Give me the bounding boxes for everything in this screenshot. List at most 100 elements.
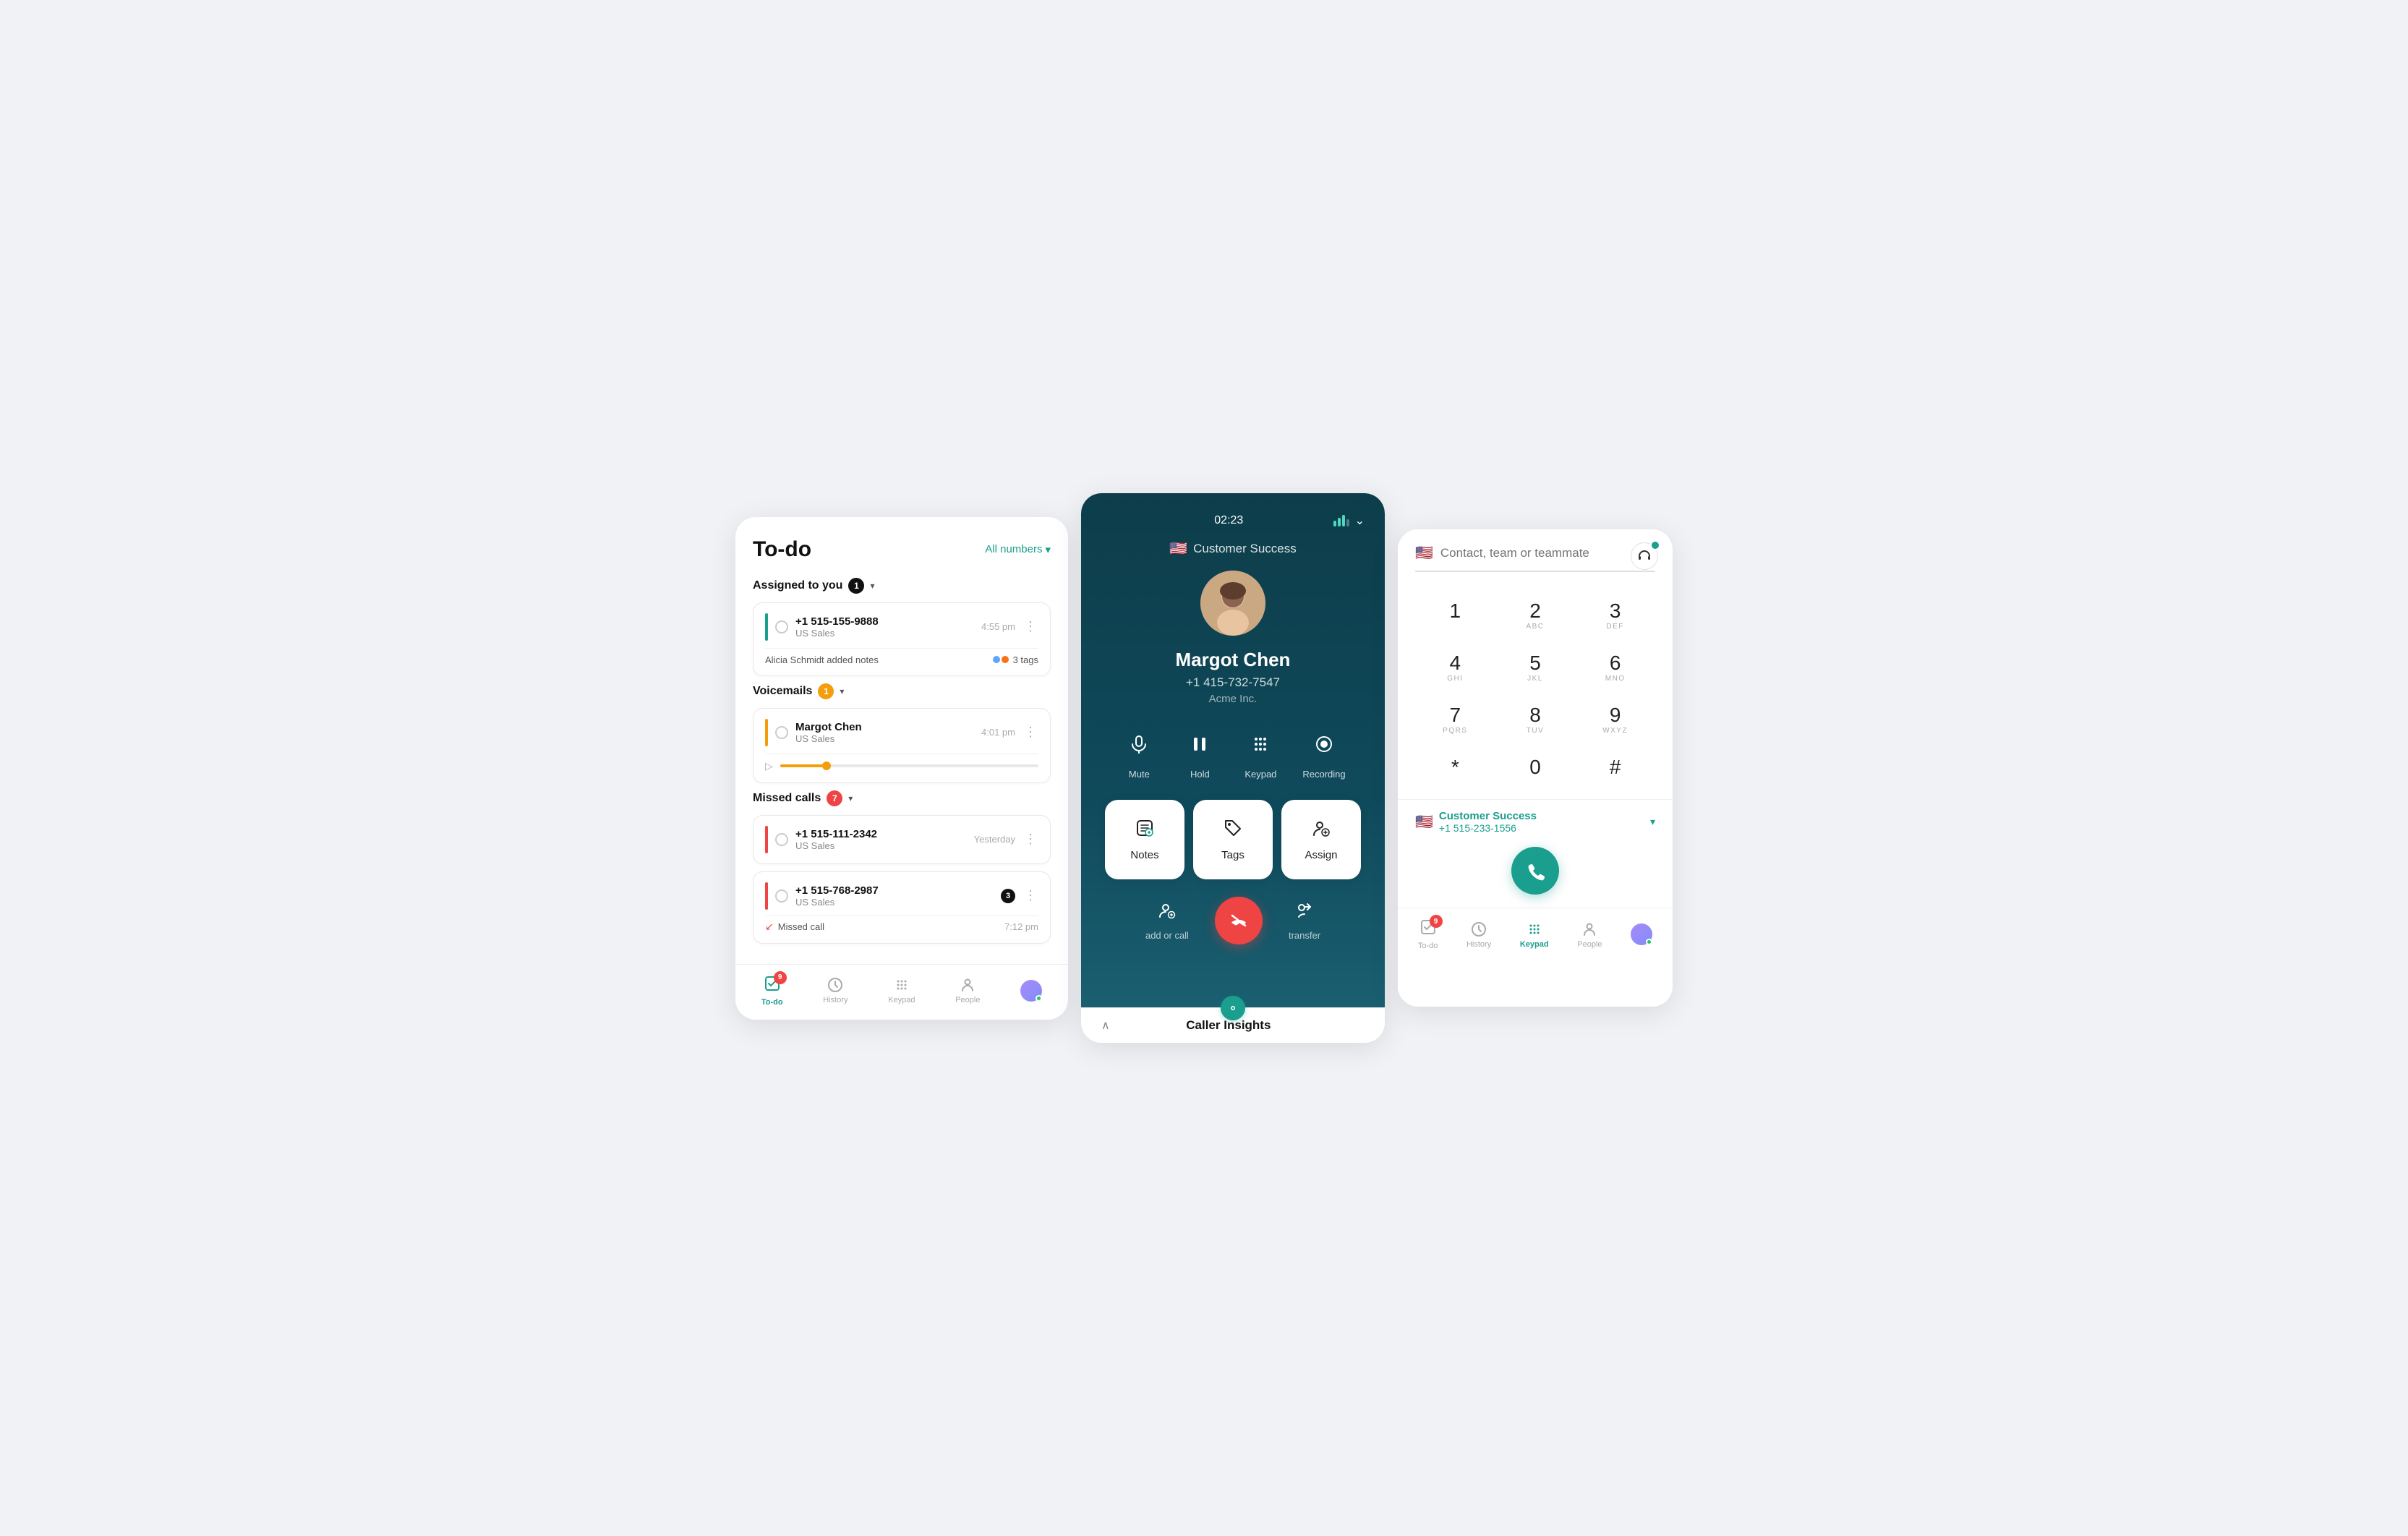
right-nav-history[interactable]: History xyxy=(1466,921,1491,949)
waveform-fill xyxy=(780,764,827,767)
right-nav-avatar[interactable] xyxy=(1631,923,1652,945)
call-button[interactable] xyxy=(1511,847,1559,895)
dialpad-flag-icon: 🇺🇸 xyxy=(1415,544,1433,562)
dial-num-7: 7 xyxy=(1450,705,1461,725)
tags-count: 3 tags xyxy=(1013,654,1038,665)
dialpad-top: 🇺🇸 xyxy=(1398,529,1673,584)
missed-info-2: +1 515-768-2987 US Sales xyxy=(795,884,994,908)
notes-card-icon xyxy=(1135,818,1155,843)
nav-history-left[interactable]: History xyxy=(823,976,848,1004)
right-keypad-nav-label: Keypad xyxy=(1520,940,1549,949)
notes-card-label: Notes xyxy=(1130,849,1158,861)
transfer-ctrl[interactable]: transfer xyxy=(1289,901,1320,941)
call-controls-row: add or call xyxy=(1145,897,1320,944)
voicemail-info: Margot Chen US Sales xyxy=(795,721,974,744)
caller-number: +1 415-732-7547 xyxy=(1186,675,1280,690)
voicemail-player: ▷ xyxy=(765,754,1038,772)
right-history-nav-label: History xyxy=(1466,940,1491,949)
voicemail-menu-button[interactable]: ⋮ xyxy=(1022,725,1038,740)
missed-call-time: 7:12 pm xyxy=(1004,921,1038,932)
call-menu-button[interactable]: ⋮ xyxy=(1022,619,1038,634)
headset-icon xyxy=(1638,550,1651,563)
all-numbers-button[interactable]: All numbers ▾ xyxy=(985,543,1051,556)
selected-number-row[interactable]: 🇺🇸 Customer Success +1 515-233-1556 ▾ xyxy=(1398,799,1673,840)
play-button[interactable]: ▷ xyxy=(765,760,773,772)
add-call-ctrl[interactable]: add or call xyxy=(1145,901,1189,941)
assigned-chevron: ▾ xyxy=(870,581,874,591)
history-nav-label: History xyxy=(823,996,848,1004)
nav-keypad-left[interactable]: Keypad xyxy=(888,976,915,1004)
missed-menu-button-1[interactable]: ⋮ xyxy=(1022,832,1038,847)
missed-badge-num: 3 xyxy=(1001,889,1015,903)
missed-call-card-1: +1 515-111-2342 US Sales Yesterday ⋮ xyxy=(753,815,1051,864)
hold-action[interactable]: Hold xyxy=(1181,725,1218,780)
dial-num-3: 3 xyxy=(1610,601,1621,621)
dial-key-5[interactable]: 5 JKL xyxy=(1495,643,1576,695)
caller-insights-bar[interactable]: ∧ Caller Insights xyxy=(1081,1007,1385,1043)
end-call-button[interactable] xyxy=(1215,897,1263,944)
assigned-section-header[interactable]: Assigned to you 1 ▾ xyxy=(753,578,1051,594)
right-nav-keypad[interactable]: Keypad xyxy=(1520,921,1549,949)
missed-chevron: ▾ xyxy=(848,793,853,803)
keypad-action[interactable]: Keypad xyxy=(1242,725,1279,780)
insights-icon xyxy=(1221,996,1245,1020)
waveform[interactable] xyxy=(780,764,1038,767)
voicemails-section-header[interactable]: Voicemails 1 ▾ xyxy=(753,683,1051,699)
missed-checkbox-2[interactable] xyxy=(775,889,788,903)
dial-key-3[interactable]: 3 DEF xyxy=(1575,591,1655,643)
right-bottom-nav: 9 To-do History xyxy=(1398,908,1673,963)
call-indicator-red-2 xyxy=(765,882,768,910)
voicemails-title: Voicemails xyxy=(753,685,812,698)
signal-icon xyxy=(1333,515,1349,526)
right-nav-people[interactable]: People xyxy=(1577,921,1602,949)
headset-button[interactable] xyxy=(1631,542,1658,570)
dial-num-9: 9 xyxy=(1610,705,1621,725)
assigned-call-card: +1 515-155-9888 US Sales 4:55 pm ⋮ Alici… xyxy=(753,602,1051,676)
voicemail-checkbox[interactable] xyxy=(775,726,788,739)
voicemails-chevron: ▾ xyxy=(840,686,844,696)
voicemails-badge: 1 xyxy=(818,683,834,699)
dial-key-8[interactable]: 8 TUV xyxy=(1495,695,1576,747)
nav-avatar-left[interactable] xyxy=(1020,980,1042,1002)
recording-icon xyxy=(1305,725,1343,763)
dial-key-2[interactable]: 2 ABC xyxy=(1495,591,1576,643)
dial-key-9[interactable]: 9 WXYZ xyxy=(1575,695,1655,747)
right-nav-todo[interactable]: 9 To-do xyxy=(1418,918,1438,950)
nav-todo[interactable]: 9 To-do xyxy=(761,975,783,1007)
missed-label: Missed call xyxy=(778,921,824,932)
mute-action[interactable]: Mute xyxy=(1120,725,1158,780)
right-keypad-icon xyxy=(1526,921,1543,938)
dial-num-hash: # xyxy=(1610,757,1621,777)
call-indicator-teal xyxy=(765,613,768,641)
dial-key-0[interactable]: 0 xyxy=(1495,747,1576,799)
dial-key-4[interactable]: 4 GHI xyxy=(1415,643,1495,695)
headset-status-badge xyxy=(1650,540,1660,550)
search-input[interactable] xyxy=(1440,546,1655,560)
missed-info-1: +1 515-111-2342 US Sales xyxy=(795,828,967,851)
dial-key-7[interactable]: 7 PQRS xyxy=(1415,695,1495,747)
dial-key-hash[interactable]: # xyxy=(1575,747,1655,799)
recording-action[interactable]: Recording xyxy=(1302,725,1345,780)
call-info: +1 515-155-9888 US Sales xyxy=(795,615,974,639)
tags-card[interactable]: Tags xyxy=(1193,800,1273,879)
notes-card[interactable]: Notes xyxy=(1105,800,1184,879)
missed-team-2: US Sales xyxy=(795,897,994,908)
call-indicator-orange xyxy=(765,719,768,746)
call-time: 4:55 pm xyxy=(981,621,1015,632)
missed-section-header[interactable]: Missed calls 7 ▾ xyxy=(753,790,1051,806)
mute-icon xyxy=(1120,725,1158,763)
assign-card[interactable]: Assign xyxy=(1281,800,1361,879)
missed-menu-button-2[interactable]: ⋮ xyxy=(1022,888,1038,903)
dial-key-1[interactable]: 1 xyxy=(1415,591,1495,643)
missed-time-1: Yesterday xyxy=(974,834,1015,845)
missed-call-icon: ↙ xyxy=(765,921,774,933)
call-checkbox[interactable] xyxy=(775,620,788,633)
call-minimize-icon[interactable]: ⌄ xyxy=(1355,513,1365,528)
dial-key-6[interactable]: 6 MNO xyxy=(1575,643,1655,695)
missed-checkbox-1[interactable] xyxy=(775,833,788,846)
dial-key-star[interactable]: * xyxy=(1415,747,1495,799)
end-call-icon xyxy=(1228,910,1250,931)
dial-sub-6: MNO xyxy=(1605,675,1626,685)
nav-people-left[interactable]: People xyxy=(955,976,980,1004)
insights-label: Caller Insights xyxy=(1186,1018,1271,1033)
